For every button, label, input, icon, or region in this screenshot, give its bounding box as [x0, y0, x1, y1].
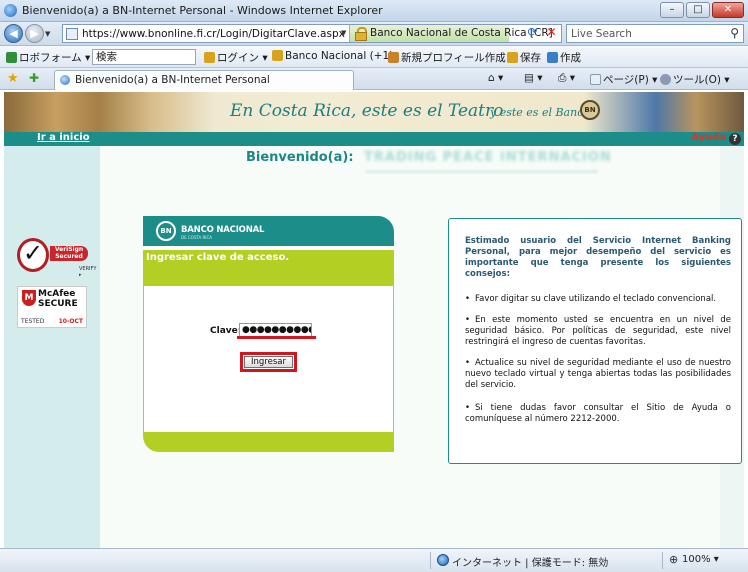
- roboform-menu[interactable]: ロボフォーム ▾: [6, 50, 90, 65]
- zoom-icon[interactable]: ⊕: [669, 553, 678, 566]
- site-nav-strip: Ir a inicio Ayuda ?: [4, 132, 744, 146]
- left-column: [4, 146, 100, 548]
- tab-label: Bienvenido(a) a BN-Internet Personal: [75, 74, 270, 86]
- address-bar: ◀ ▶ ▼ https://www.bnonline.fi.cr/Login/D…: [0, 22, 748, 46]
- verisign-verify: VERIFY ▸: [79, 266, 97, 278]
- page-menu[interactable]: ページ(P) ▾: [590, 72, 657, 87]
- mcafee-seal[interactable]: M McAfee SECURE TESTED 10-OCT: [17, 286, 87, 328]
- feeds-icon[interactable]: ▤ ▾: [524, 72, 543, 84]
- minimize-button[interactable]: –: [660, 2, 684, 18]
- ie-logo-icon: [4, 4, 17, 17]
- lock-icon: [355, 27, 367, 41]
- tab-bar: ★ ✚ Bienvenido(a) a BN-Internet Personal…: [0, 68, 748, 90]
- gear-icon: [660, 74, 671, 85]
- status-bar: インターネット | 保護モード: 無効 ⊕ 100% ▾: [0, 548, 748, 572]
- save-icon: [507, 52, 518, 63]
- roboform-icon: [6, 52, 17, 63]
- security-tips-panel: Estimado usuario del Servicio Internet B…: [448, 218, 742, 464]
- client-name: TRADING PEACE INTERNACION: [364, 150, 612, 165]
- close-window-button[interactable]: ✕: [712, 2, 744, 18]
- url-dropdown-icon[interactable]: ▼: [341, 29, 346, 37]
- login-menu[interactable]: ログイン ▾: [204, 50, 268, 65]
- welcome-label: Bienvenido(a):: [246, 150, 354, 165]
- toolbar-search-field[interactable]: 検索: [92, 49, 196, 65]
- url-field[interactable]: https://www.bnonline.fi.cr/Login/Digitar…: [62, 24, 562, 43]
- url-text[interactable]: https://www.bnonline.fi.cr/Login/Digitar…: [82, 28, 345, 40]
- live-search-input[interactable]: Live Search ⚲: [566, 24, 744, 43]
- tip-item: Si tiene dudas favor consultar el Sitio …: [465, 403, 731, 425]
- password-field[interactable]: ●●●●●●●●●●●●●●●●: [239, 323, 312, 337]
- help-link[interactable]: Ayuda: [691, 132, 726, 143]
- home-icon[interactable]: ⌂ ▾: [488, 72, 503, 84]
- print-icon[interactable]: ⎙ ▾: [558, 72, 575, 85]
- password-highlight: [237, 336, 316, 339]
- new-profile-button[interactable]: 新規プロフィール作成: [388, 50, 506, 65]
- links-toolbar: ロボフォーム ▾ 検索 ログイン ▾ Banco Nacional (+1) 新…: [0, 46, 748, 68]
- back-button[interactable]: ◀: [4, 24, 23, 43]
- recent-pages-dropdown-icon[interactable]: ▼: [45, 30, 50, 38]
- card-header: BN BANCO NACIONAL DE COSTA RICA: [143, 216, 394, 246]
- bank-link[interactable]: Banco Nacional (+1): [272, 50, 393, 62]
- client-name-divider: [366, 170, 598, 173]
- page-icon: [66, 28, 78, 40]
- tip-item: Actualice su nivel de seguridad mediante…: [465, 358, 731, 391]
- tools-menu[interactable]: ツール(O) ▾: [660, 72, 730, 87]
- refresh-icon[interactable]: ⟳: [524, 24, 541, 41]
- create-button[interactable]: 作成: [547, 50, 581, 65]
- bank-subtitle: DE COSTA RICA: [181, 235, 212, 240]
- search-icon[interactable]: ⚲: [730, 26, 739, 40]
- status-separator: [430, 552, 431, 569]
- mcafee-tested: TESTED: [21, 318, 45, 325]
- status-separator: [662, 552, 663, 569]
- banner-slogan-secondary: y este es el Banco.: [490, 106, 594, 119]
- bank-link-icon: [272, 50, 283, 61]
- security-zone[interactable]: インターネット | 保護モード: 無効: [452, 554, 608, 569]
- favorites-star-icon[interactable]: ★: [7, 71, 19, 86]
- page-menu-icon: [590, 74, 601, 85]
- stop-icon[interactable]: ✕: [543, 24, 560, 41]
- banner-photo-right: [584, 92, 744, 132]
- shield-icon: M: [22, 290, 36, 306]
- tip-item: En este momento usted se encuentra en un…: [465, 315, 731, 348]
- create-icon: [547, 52, 558, 63]
- add-favorite-icon[interactable]: ✚: [29, 71, 39, 85]
- globe-icon: [437, 554, 449, 566]
- submit-button[interactable]: Ingresar: [244, 356, 293, 368]
- profile-icon: [388, 52, 399, 63]
- forward-button[interactable]: ▶: [25, 24, 44, 43]
- mcafee-name: McAfee: [38, 289, 76, 299]
- verisign-text: VeriSign Secured: [50, 246, 88, 261]
- window-titlebar: Bienvenido(a) a BN-Internet Personal - W…: [0, 0, 748, 22]
- card-heading-bar: Ingresar clave de acceso.: [143, 250, 394, 286]
- card-footer: [143, 432, 394, 452]
- zoom-level[interactable]: 100% ▾: [682, 554, 719, 565]
- tips-intro: Estimado usuario del Servicio Internet B…: [465, 236, 731, 279]
- search-placeholder: Live Search: [571, 28, 632, 40]
- home-link[interactable]: Ir a inicio: [37, 132, 90, 143]
- password-label: Clave:: [210, 326, 242, 336]
- bn-logo-icon: BN: [580, 100, 600, 120]
- mcafee-date: 10-OCT: [58, 318, 83, 325]
- checkmark-icon: [17, 238, 49, 272]
- login-icon: [204, 52, 215, 63]
- banner-slogan: En Costa Rica, este es el Teatro: [230, 101, 504, 121]
- maximize-button[interactable]: □: [686, 2, 710, 18]
- window-title: Bienvenido(a) a BN-Internet Personal - W…: [22, 4, 383, 17]
- tab-bn-internet[interactable]: Bienvenido(a) a BN-Internet Personal: [54, 70, 354, 90]
- banner-photo-left: [4, 92, 214, 132]
- bank-name: BANCO NACIONAL: [181, 225, 265, 235]
- bank-emblem-icon: BN: [156, 221, 176, 241]
- save-button[interactable]: 保存: [507, 50, 541, 65]
- help-icon[interactable]: ?: [729, 133, 741, 145]
- mcafee-secure: SECURE: [38, 299, 78, 309]
- bank-banner: En Costa Rica, este es el Teatro y este …: [4, 92, 744, 132]
- tip-item: Favor digitar su clave utilizando el tec…: [465, 294, 731, 305]
- verisign-seal[interactable]: VeriSign Secured VERIFY ▸: [17, 238, 96, 278]
- card-heading: Ingresar clave de acceso.: [146, 252, 290, 263]
- tab-page-icon: [60, 75, 70, 85]
- security-report-button[interactable]: Banco Nacional de Costa Rica [CR]: [349, 25, 553, 42]
